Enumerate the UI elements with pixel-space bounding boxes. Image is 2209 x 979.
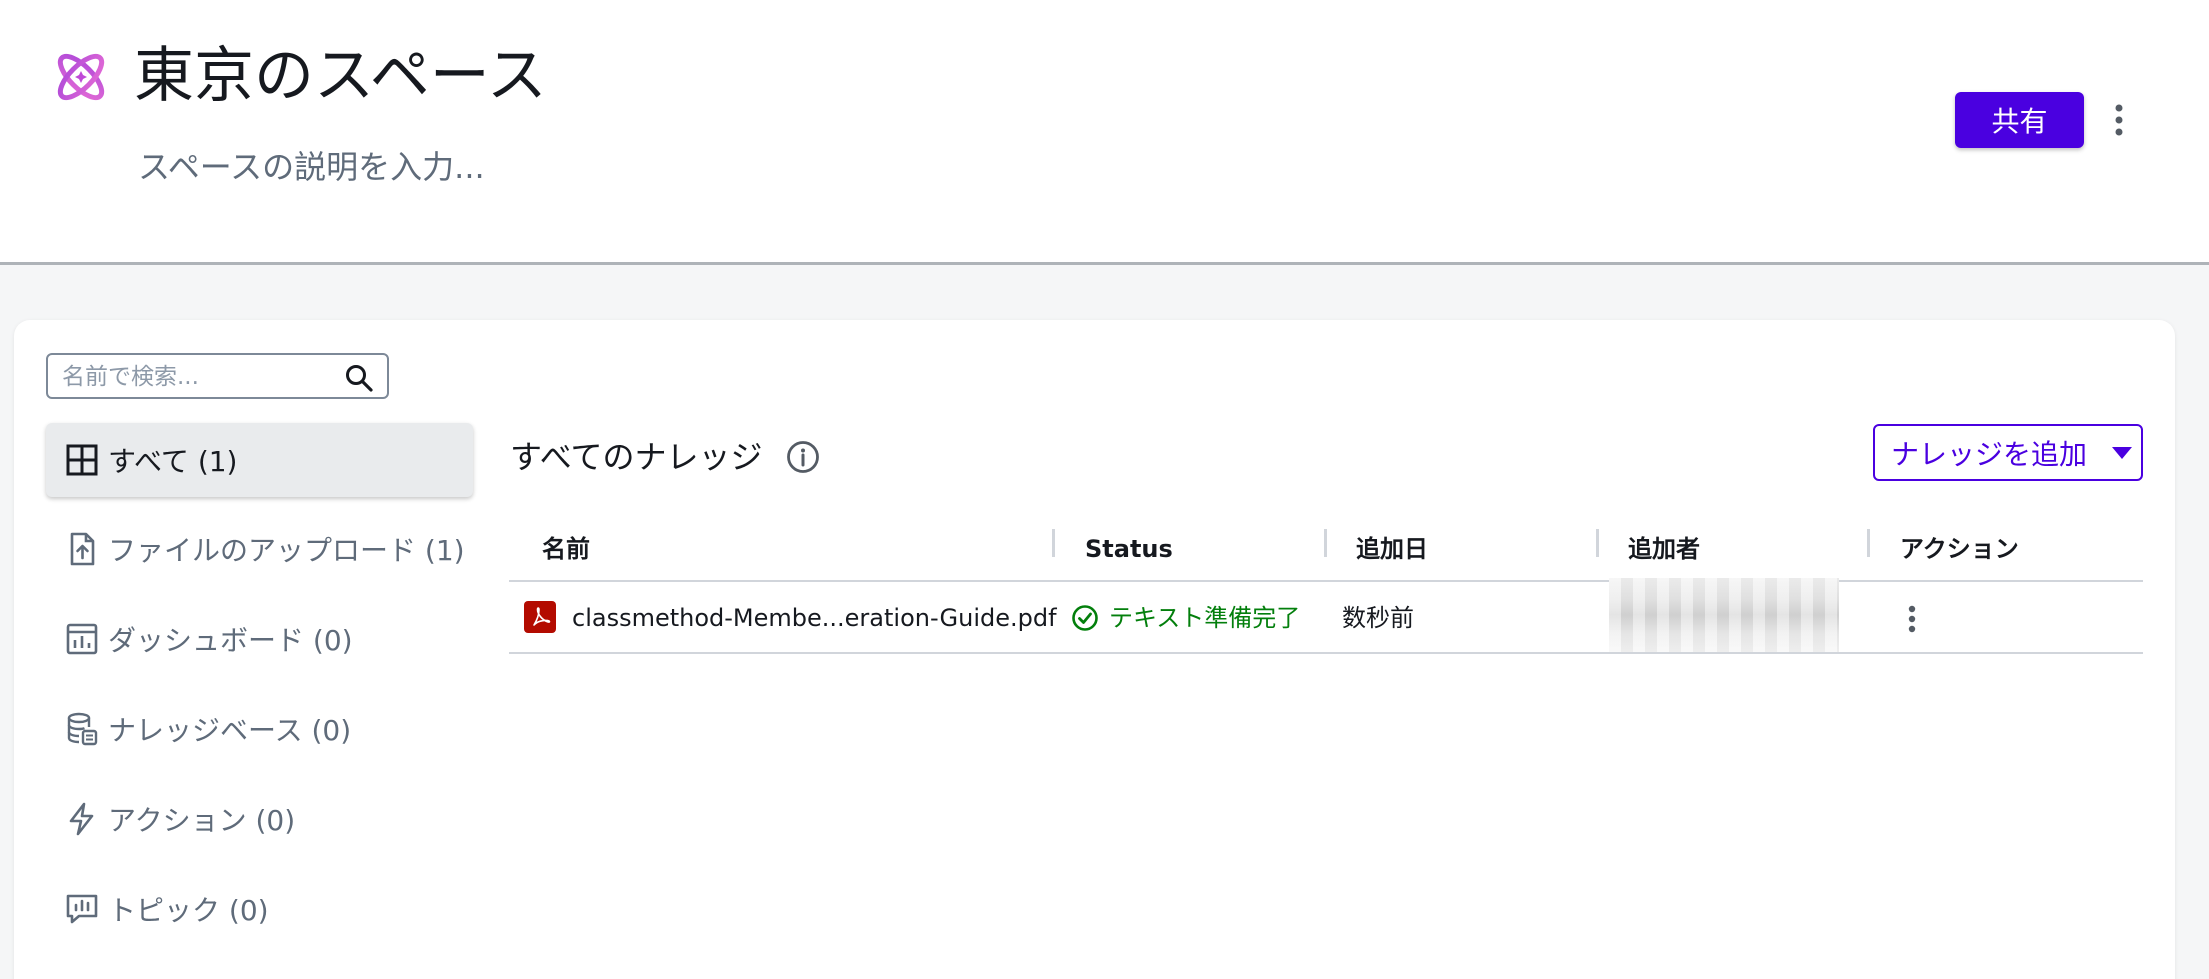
sidebar-item-dashboard[interactable]: ダッシュボード (0) (46, 602, 473, 676)
sidebar-item-knowledge-base[interactable]: ナレッジベース (0) (46, 692, 473, 766)
add-knowledge-button[interactable]: ナレッジを追加 (1873, 424, 2143, 481)
sidebar-item-topics[interactable]: トピック (0) (46, 872, 473, 946)
info-icon[interactable] (786, 440, 820, 474)
atom-icon (57, 53, 105, 101)
page-title: 東京のスペース (134, 41, 547, 111)
sidebar-item-all[interactable]: すべて (1) (46, 423, 473, 497)
sidebar-item-label: ナレッジベース (0) (108, 714, 352, 747)
column-header-status[interactable]: Status (1085, 531, 1173, 567)
search-icon[interactable] (344, 363, 374, 393)
sidebar-item-label: トピック (0) (108, 894, 269, 927)
search-input[interactable] (62, 361, 332, 393)
file-upload-icon (70, 532, 95, 566)
sidebar-item-label: ファイルのアップロード (1) (108, 534, 465, 567)
space-header: 東京のスペース スペースの説明を入力... 共有 (0, 0, 2209, 265)
column-resizer[interactable] (1867, 529, 1870, 557)
share-button[interactable]: 共有 (1955, 92, 2084, 148)
column-header-added-by[interactable]: 追加者 (1628, 531, 1700, 567)
sidebar-item-label: ダッシュボード (0) (108, 624, 353, 657)
row-actions-icon[interactable] (1897, 602, 1927, 636)
column-resizer[interactable] (1596, 529, 1599, 557)
table-header: 名前 Status 追加日 追加者 アクション (509, 513, 2143, 582)
table-row[interactable]: classmethod-Membe...eration-Guide.pdf テキ… (509, 578, 2143, 654)
topic-icon (66, 894, 98, 924)
search-field[interactable] (46, 353, 389, 399)
added-by-blurred (1609, 578, 1839, 652)
lightning-icon (69, 802, 94, 836)
database-icon (67, 712, 98, 746)
knowledge-table: 名前 Status 追加日 追加者 アクション classmethod-Memb… (509, 513, 2143, 654)
caret-down-icon (2112, 447, 2132, 459)
file-name-link[interactable]: classmethod-Membe...eration-Guide.pdf (572, 600, 1057, 636)
dashboard-icon (66, 623, 98, 655)
column-header-name[interactable]: 名前 (542, 531, 590, 567)
check-circle-icon (1072, 605, 1098, 631)
sidebar-item-label: すべて (1) (108, 445, 238, 478)
sidebar-item-label: アクション (0) (108, 804, 296, 837)
add-knowledge-label: ナレッジを追加 (1891, 437, 2088, 471)
pdf-file-icon (524, 601, 556, 633)
sidebar-item-file-upload[interactable]: ファイルのアップロード (1) (46, 512, 473, 586)
grid-icon (66, 444, 98, 476)
column-header-added-date[interactable]: 追加日 (1356, 531, 1428, 567)
sidebar-item-actions[interactable]: アクション (0) (46, 782, 473, 856)
column-header-actions: アクション (1900, 535, 2019, 563)
status-badge: テキスト準備完了 (1109, 604, 1301, 632)
added-date: 数秒前 (1342, 604, 1414, 632)
section-title: すべてのナレッジ (510, 438, 763, 476)
column-resizer[interactable] (1052, 529, 1055, 557)
column-resizer[interactable] (1324, 529, 1327, 557)
space-description[interactable]: スペースの説明を入力... (138, 142, 485, 192)
more-vertical-icon[interactable] (2104, 96, 2134, 144)
